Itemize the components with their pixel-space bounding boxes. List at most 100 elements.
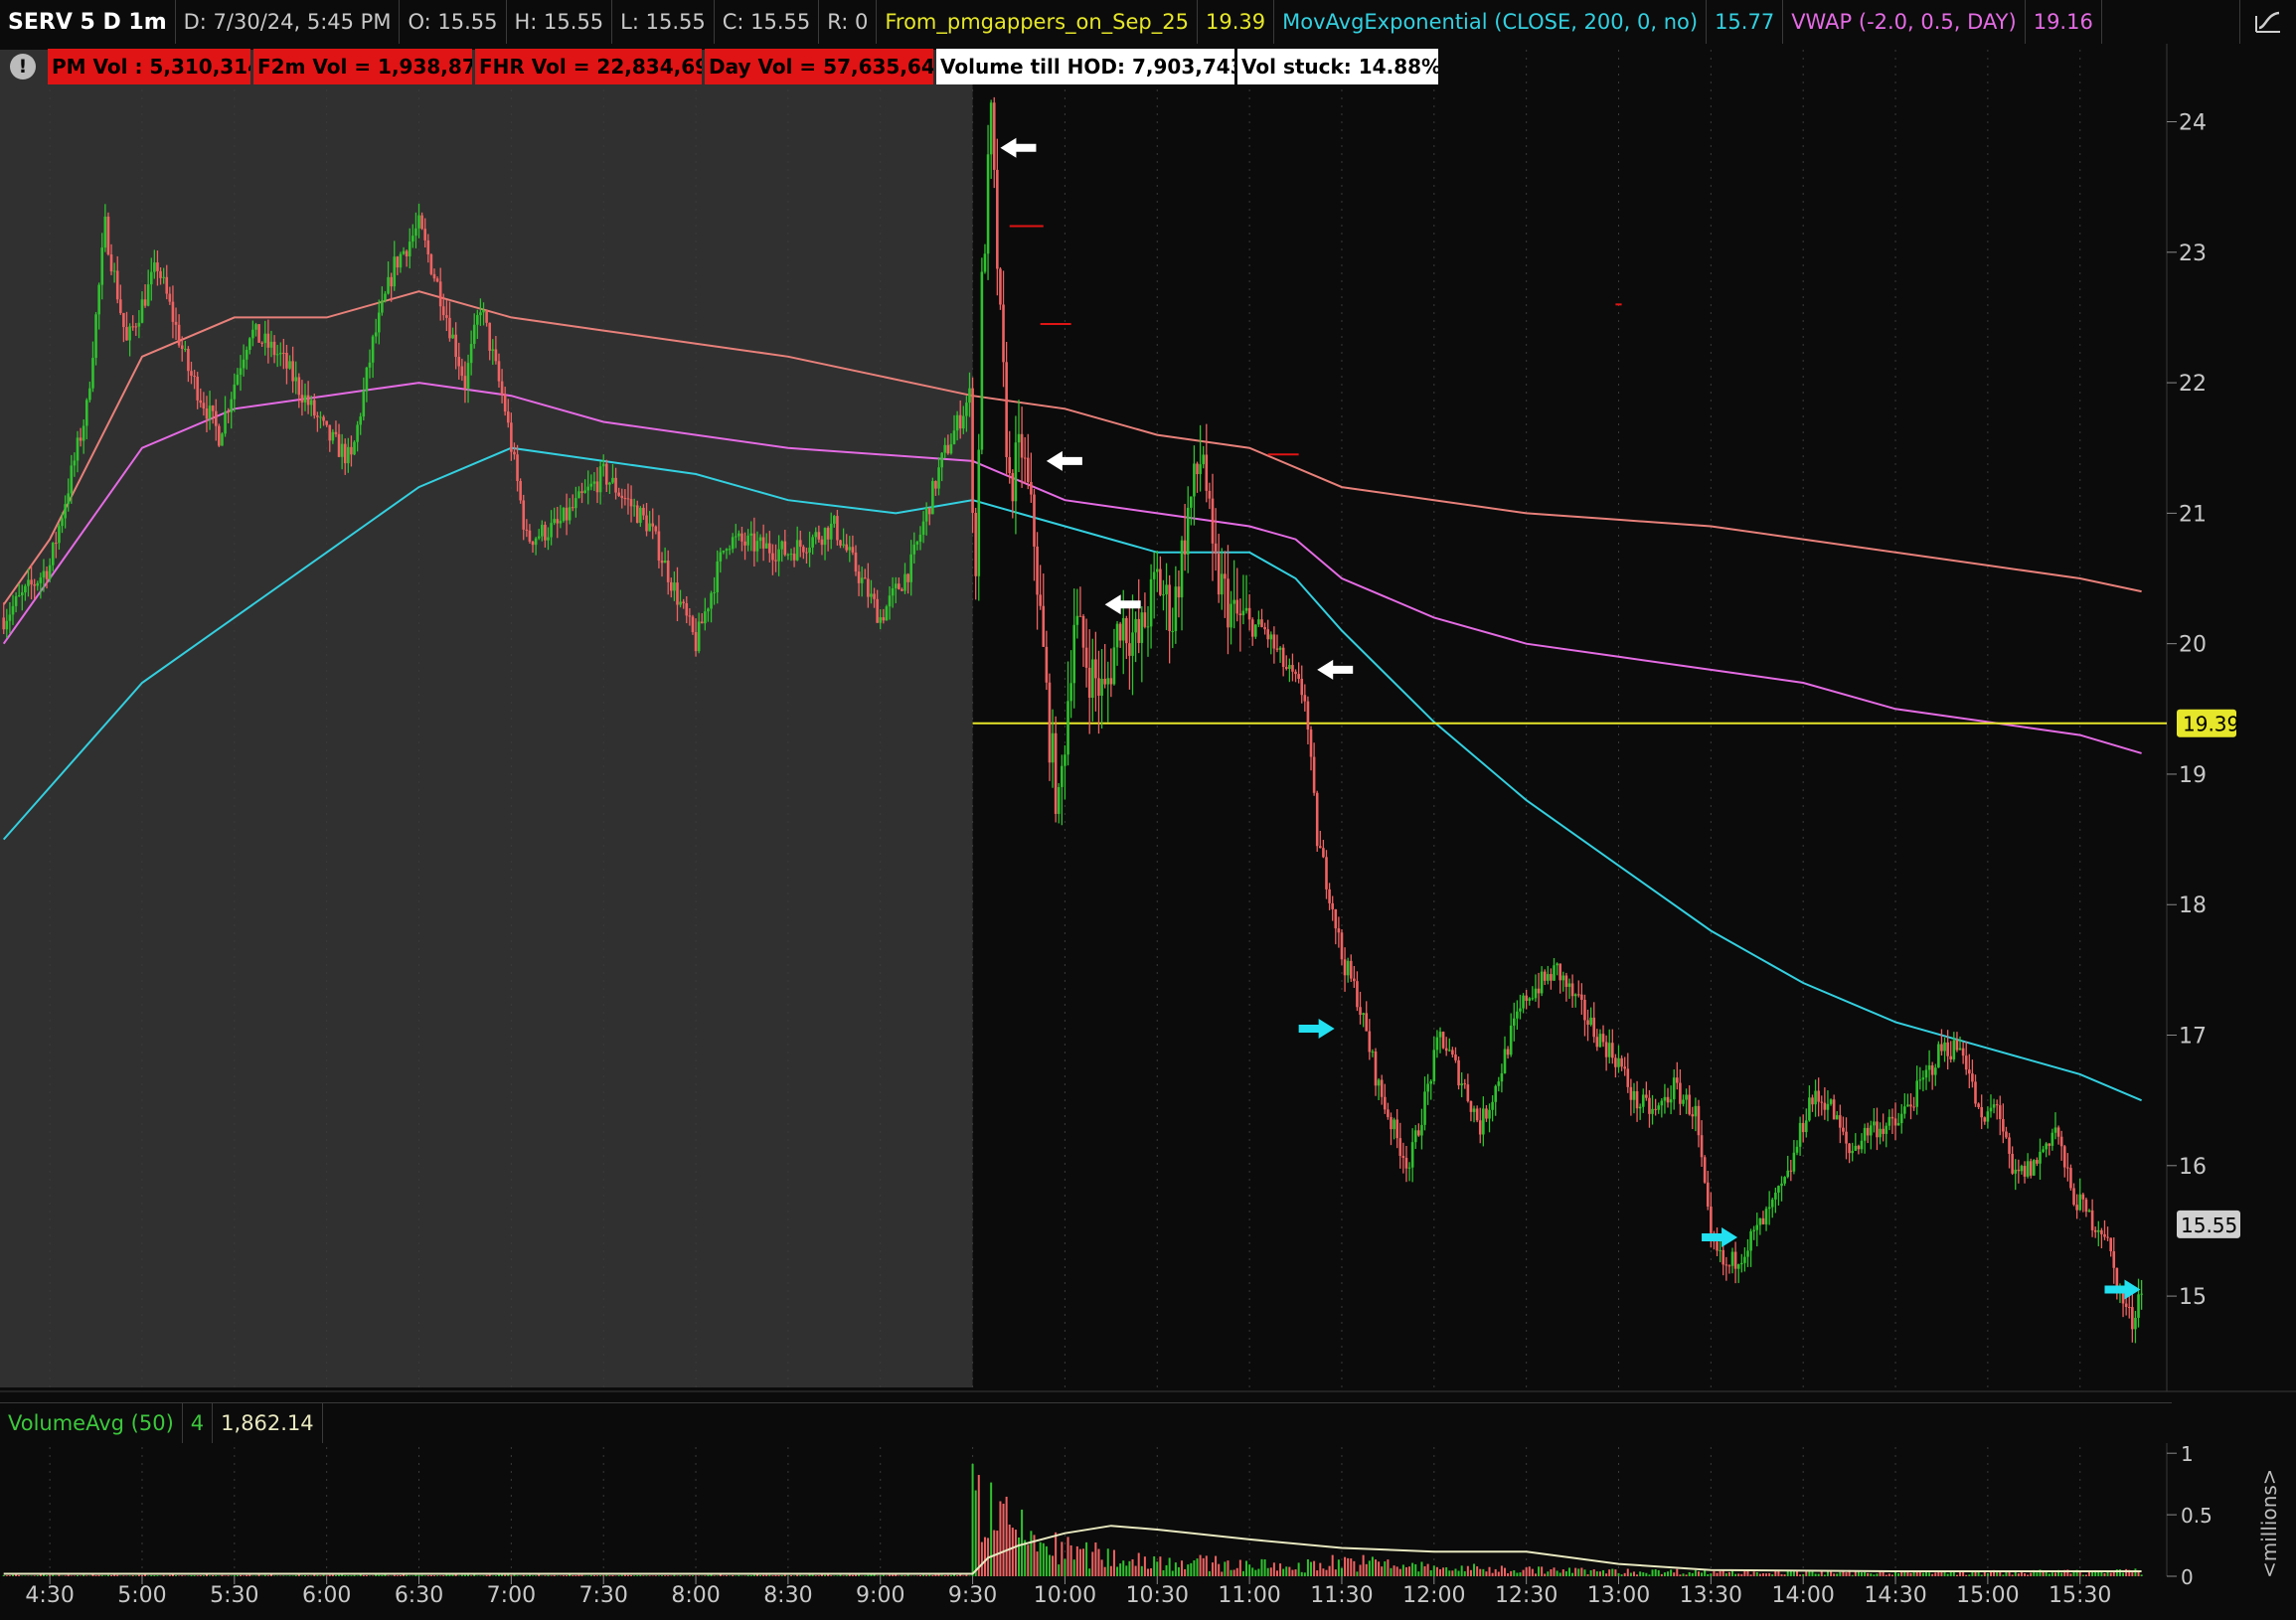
- volume-bar: [1860, 1572, 1863, 1576]
- volume-bar: [1968, 1574, 1971, 1576]
- candle-body: [1272, 634, 1276, 649]
- candle-body: [488, 322, 491, 351]
- x-tick-label: 13:00: [1587, 1583, 1650, 1608]
- candle-body: [1011, 473, 1015, 502]
- volume-bar: [344, 1575, 347, 1576]
- volume-bar: [1765, 1573, 1768, 1576]
- candle-body: [2023, 1166, 2027, 1177]
- candle-body: [918, 535, 922, 543]
- candle-body: [682, 601, 685, 603]
- volume-bar: [2069, 1573, 2072, 1576]
- volume-bar: [1538, 1566, 1541, 1576]
- candle-body: [312, 400, 316, 416]
- volume-bar: [1642, 1572, 1645, 1576]
- candle-body: [958, 414, 962, 429]
- candle-body: [833, 516, 836, 524]
- volume-bar: [1106, 1548, 1109, 1576]
- volume-bar: [1639, 1571, 1642, 1576]
- volume-bar: [406, 1574, 409, 1576]
- volume-bar: [1432, 1565, 1435, 1576]
- volume-bar: [971, 1463, 974, 1576]
- volume-bar: [1218, 1563, 1221, 1576]
- candle-body: [1472, 1108, 1476, 1112]
- candle-body: [851, 547, 855, 553]
- candle-body: [921, 521, 925, 536]
- volume-bar: [1620, 1574, 1623, 1576]
- alert-icon[interactable]: !: [10, 54, 36, 80]
- candle-body: [494, 349, 498, 362]
- volume-bar: [1069, 1544, 1072, 1576]
- volume-bar: [24, 1575, 27, 1576]
- chart-style-icon[interactable]: [2239, 0, 2296, 44]
- volume-bar: [49, 1574, 52, 1576]
- candle-body: [1869, 1125, 1873, 1136]
- volume-bar: [1119, 1563, 1122, 1576]
- candle-body: [417, 215, 420, 229]
- candle-body: [1558, 963, 1561, 981]
- volume-bar: [248, 1574, 251, 1576]
- candle-body: [2008, 1137, 2011, 1154]
- volume-bar: [738, 1574, 740, 1576]
- candle-body: [912, 544, 916, 555]
- volume-bar: [1485, 1571, 1488, 1576]
- volume-bar: [1887, 1573, 1890, 1576]
- candle-body: [1866, 1127, 1870, 1136]
- volume-bar: [657, 1575, 660, 1576]
- volume-bar: [1306, 1558, 1309, 1576]
- candle-body: [45, 570, 49, 579]
- candle-body: [1842, 1127, 1845, 1132]
- candle-body: [381, 300, 384, 313]
- volume-bar: [2050, 1572, 2053, 1576]
- study-level-name[interactable]: From_pmgappers_on_Sep_25: [877, 0, 1198, 44]
- candle-body: [1961, 1048, 1965, 1056]
- study-vwap-value: 19.16: [2026, 0, 2102, 44]
- volume-bar: [1285, 1566, 1288, 1576]
- volume-bar: [1580, 1567, 1583, 1576]
- candle-body: [1061, 765, 1064, 787]
- volume-bar: [1980, 1574, 1983, 1576]
- candle-body: [506, 411, 510, 423]
- candle-body: [1413, 1130, 1417, 1143]
- candle-body: [1115, 623, 1119, 648]
- candle-body: [2062, 1146, 2066, 1168]
- symbol-label[interactable]: SERV 5 D 1m: [0, 0, 176, 44]
- volume-bar: [1021, 1509, 1024, 1576]
- candle-body: [362, 391, 366, 417]
- candle-body: [1573, 994, 1577, 997]
- candle-body: [84, 400, 88, 426]
- candle-body: [2048, 1143, 2051, 1146]
- candle-body: [617, 492, 620, 496]
- candle-body: [1100, 678, 1103, 696]
- price-chart[interactable]: 15 16 17 18 19 20 21 22 23 24 19.39 15.55: [0, 44, 2296, 1401]
- volume-bar: [1002, 1503, 1005, 1576]
- candle-body: [482, 309, 485, 313]
- volume-bar: [1146, 1568, 1149, 1576]
- candle-body: [208, 405, 212, 419]
- candle-body: [1863, 1127, 1867, 1141]
- volume-bar: [470, 1575, 473, 1576]
- candle-body: [214, 410, 218, 426]
- study-vwap-name[interactable]: VWAP (-2.0, 0.5, DAY): [1783, 0, 2026, 44]
- volume-bar: [713, 1575, 716, 1576]
- volume-bar: [1885, 1574, 1887, 1576]
- candle-body: [891, 587, 895, 596]
- candle-body: [592, 481, 596, 484]
- study-ema-name[interactable]: MovAvgExponential (CLOSE, 200, 0, no): [1274, 0, 1708, 44]
- candle-body: [1774, 1192, 1777, 1200]
- pm-vol-label: PM Vol : 5,310,314: [48, 49, 250, 84]
- candle-body: [1663, 1096, 1667, 1101]
- volume-bar: [525, 1575, 528, 1576]
- volume-bar: [836, 1575, 839, 1576]
- volume-chart[interactable]: 00.514:30 5:00 5:30 6:00 6:30 7:00 7:30 8:00 8:3…: [0, 1443, 2296, 1620]
- candle-body: [685, 602, 689, 616]
- volume-bar: [796, 1574, 799, 1576]
- candle-body: [115, 270, 119, 300]
- candle-body: [1460, 1083, 1463, 1086]
- volume-study-name[interactable]: VolumeAvg (50): [0, 1403, 183, 1443]
- candle-body: [405, 250, 409, 257]
- candle-body: [1755, 1224, 1759, 1230]
- candle-body: [432, 273, 436, 279]
- volume-bar: [1663, 1572, 1666, 1576]
- x-tick-label: 13:30: [1680, 1583, 1742, 1608]
- candle-body: [1380, 1079, 1384, 1097]
